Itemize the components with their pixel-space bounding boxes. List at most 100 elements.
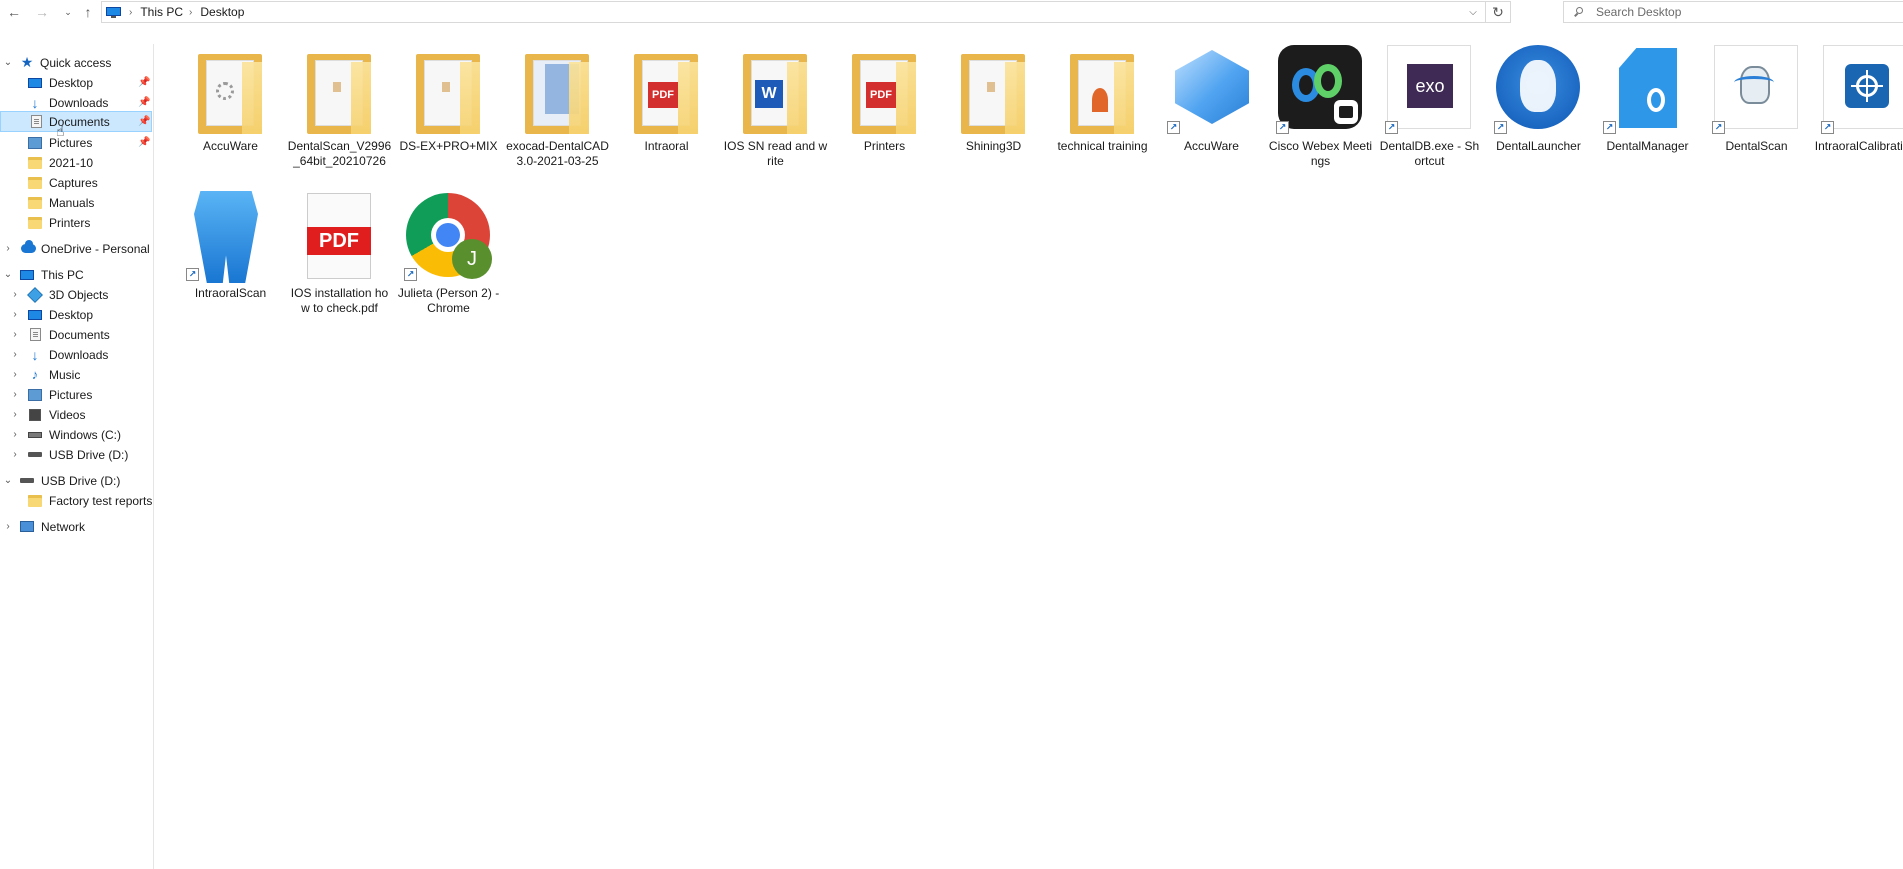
nav-label: Windows (C:)	[49, 427, 122, 442]
file-item[interactable]: ↗ DentalScan	[1704, 44, 1809, 184]
search-input[interactable]	[1594, 4, 1878, 20]
file-item[interactable]: ↗ IntraoralCalibration	[1813, 44, 1903, 184]
recent-locations-chevron-icon[interactable]: ⌄	[58, 2, 78, 22]
nav-label: Captures	[49, 175, 98, 190]
file-item[interactable]: ↗ DentalManager	[1595, 44, 1700, 184]
nav-quick-desktop[interactable]: Desktop 📌	[0, 72, 152, 93]
nav-pc-3d-objects[interactable]: › 3D Objects	[0, 284, 152, 305]
nav-network[interactable]: › Network	[0, 516, 152, 537]
documents-icon	[28, 115, 44, 129]
nav-quick-pictures[interactable]: Pictures 📌	[0, 132, 152, 153]
nav-this-pc[interactable]: ⌄ This PC	[0, 264, 152, 285]
expand-chevron-icon[interactable]: ›	[3, 243, 13, 254]
nav-onedrive[interactable]: › OneDrive - Personal	[0, 238, 152, 259]
nav-pc-music[interactable]: › ♪ Music	[0, 364, 152, 385]
back-arrow-icon[interactable]: ←	[4, 2, 24, 22]
file-item[interactable]: Shining3D	[941, 44, 1046, 184]
file-item[interactable]: ↗ AccuWare	[1159, 44, 1264, 184]
shortcut-arrow-icon: ↗	[1276, 121, 1289, 134]
search-box[interactable]	[1563, 1, 1903, 23]
refresh-icon[interactable]: ↻	[1486, 2, 1510, 22]
usb-drive-icon	[27, 448, 43, 462]
expand-chevron-icon[interactable]: ›	[10, 389, 20, 400]
file-item[interactable]: PDF Printers	[832, 44, 937, 184]
pdf-label: PDF	[307, 227, 371, 255]
breadcrumb-desktop[interactable]: Desktop	[200, 5, 244, 19]
pin-icon[interactable]: 📌	[138, 137, 150, 148]
nav-quick-access[interactable]: ⌄ ★ Quick access	[0, 52, 152, 73]
cube-icon	[27, 286, 43, 303]
expand-chevron-icon[interactable]: ›	[10, 309, 20, 320]
file-item[interactable]: W IOS SN read and write	[723, 44, 828, 184]
nav-pc-documents[interactable]: › Documents	[0, 324, 152, 345]
nav-label: Manuals	[49, 195, 95, 210]
file-item[interactable]: DS-EX+PRO+MIX	[396, 44, 501, 184]
dental-manager-app-icon: ↗	[1603, 44, 1691, 136]
file-name: Intraoral	[644, 139, 689, 153]
folder-pdf-icon: PDF	[622, 44, 710, 136]
nav-pc-videos[interactable]: › Videos	[0, 404, 152, 425]
folder-icon	[27, 176, 43, 190]
folder-icon	[27, 196, 43, 210]
nav-quick-documents[interactable]: Documents 📌	[0, 111, 152, 132]
shortcut-arrow-icon: ↗	[1494, 121, 1507, 134]
nav-usb-drive[interactable]: ⌄ USB Drive (D:)	[0, 470, 152, 491]
nav-label: Downloads	[49, 347, 109, 362]
pin-icon[interactable]: 📌	[138, 116, 150, 127]
address-toolbar: ← → ⌄ ↑ › This PC › Desktop ⌵ ↻	[0, 0, 1903, 24]
nav-quick-manuals[interactable]: Manuals	[0, 192, 152, 213]
desktop-icon	[27, 308, 43, 322]
forward-arrow-icon[interactable]: →	[32, 2, 52, 22]
expand-chevron-icon[interactable]: ›	[10, 289, 20, 300]
expand-chevron-icon[interactable]: ⌄	[3, 269, 13, 280]
address-bar[interactable]: › This PC › Desktop ⌵ ↻	[101, 1, 1511, 23]
address-history-dropdown-icon[interactable]: ⌵	[1461, 2, 1486, 22]
file-name: exocad-DentalCAD3.0-2021-03-25	[506, 139, 609, 168]
expand-chevron-icon[interactable]: ⌄	[3, 57, 13, 68]
expand-chevron-icon[interactable]: ›	[10, 449, 20, 460]
file-name: IOS SN read and write	[723, 139, 828, 168]
documents-icon	[27, 328, 43, 342]
file-item[interactable]: J ↗ Julieta (Person 2) - Chrome	[396, 191, 501, 331]
nav-quick-downloads[interactable]: ↓ Downloads 📌	[0, 92, 152, 113]
nav-pc-windows-c[interactable]: › Windows (C:)	[0, 424, 152, 445]
nav-label: Pictures	[49, 387, 93, 402]
expand-chevron-icon[interactable]: ›	[10, 369, 20, 380]
nav-usb-factory-test-reports[interactable]: Factory test reports	[0, 490, 152, 511]
expand-chevron-icon[interactable]: ›	[3, 521, 13, 532]
expand-chevron-icon[interactable]: ›	[10, 329, 20, 340]
folder-icon	[27, 156, 43, 170]
expand-chevron-icon[interactable]: ›	[10, 349, 20, 360]
breadcrumb-chevron-icon[interactable]: ›	[129, 7, 132, 18]
breadcrumb-chevron-icon[interactable]: ›	[189, 7, 192, 18]
file-item[interactable]: AccuWare	[178, 44, 283, 184]
pin-icon[interactable]: 📌	[138, 97, 150, 108]
expand-chevron-icon[interactable]: ›	[10, 429, 20, 440]
nav-quick-2021-10[interactable]: 2021-10	[0, 152, 152, 173]
nav-quick-printers[interactable]: Printers	[0, 212, 152, 233]
up-arrow-icon[interactable]: ↑	[78, 2, 98, 22]
file-item[interactable]: PDF IOS installation how to check.pdf	[287, 191, 392, 331]
nav-pc-desktop[interactable]: › Desktop	[0, 304, 152, 325]
file-item[interactable]: exo ↗ DentalDB.exe - Shortcut	[1377, 44, 1482, 184]
file-item[interactable]: technical training	[1050, 44, 1155, 184]
breadcrumb-this-pc[interactable]: This PC	[140, 5, 183, 19]
nav-label: Network	[41, 519, 86, 534]
pin-icon[interactable]: 📌	[138, 77, 150, 88]
nav-pc-pictures[interactable]: › Pictures	[0, 384, 152, 405]
webex-app-icon: ↗	[1276, 44, 1364, 136]
file-item[interactable]: ↗ IntraoralScan	[178, 191, 283, 331]
cloud-icon	[20, 240, 36, 256]
nav-quick-captures[interactable]: Captures	[0, 172, 152, 193]
expand-chevron-icon[interactable]: ⌄	[3, 475, 13, 486]
nav-pc-usb-d[interactable]: › USB Drive (D:)	[0, 444, 152, 465]
nav-pc-downloads[interactable]: › ↓ Downloads	[0, 344, 152, 365]
file-item[interactable]: ↗ Cisco Webex Meetings	[1268, 44, 1373, 184]
file-item[interactable]: DentalScan_V2996_64bit_20210726	[287, 44, 392, 184]
expand-chevron-icon[interactable]: ›	[10, 409, 20, 420]
shortcut-arrow-icon: ↗	[1821, 121, 1834, 134]
file-item[interactable]: PDF Intraoral	[614, 44, 719, 184]
folder-icon	[513, 44, 601, 136]
file-item[interactable]: exocad-DentalCAD3.0-2021-03-25	[505, 44, 610, 184]
file-item[interactable]: ↗ DentalLauncher	[1486, 44, 1591, 184]
